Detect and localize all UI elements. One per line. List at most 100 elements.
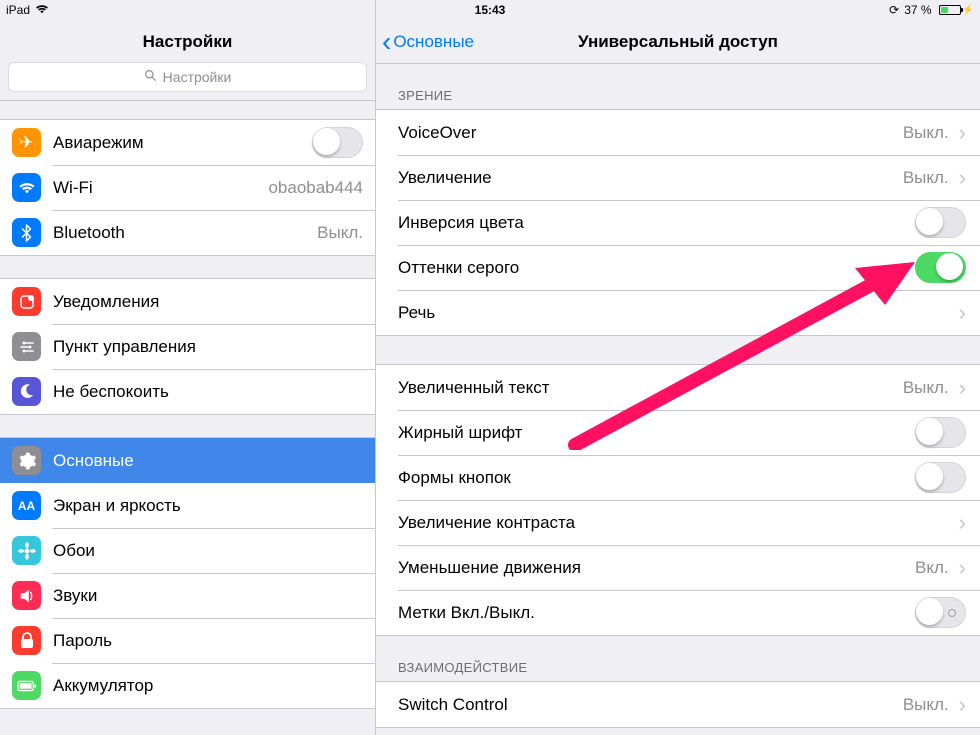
toggle-switch[interactable] (915, 597, 966, 628)
detail-navbar: ‹ Основные Универсальный доступ (376, 20, 980, 64)
detail-row-увеличение-контраста[interactable]: Увеличение контраста› (376, 500, 980, 545)
search-placeholder: Настройки (163, 69, 232, 85)
detail-row-value: Выкл. (903, 123, 949, 143)
toggle-switch[interactable] (915, 417, 966, 448)
back-label: Основные (393, 32, 474, 52)
battery-icon (12, 671, 41, 700)
sidebar-item-bluetooth[interactable]: BluetoothВыкл. (0, 210, 375, 255)
detail-title: Универсальный доступ (578, 32, 778, 52)
wifi-icon (12, 173, 41, 202)
sidebar-item-label: Bluetooth (53, 223, 317, 243)
chevron-right-icon: › (959, 694, 966, 716)
clock: 15:43 (475, 3, 506, 17)
section-header: ВЗАИМОДЕЙСТВИЕ (376, 636, 980, 681)
orientation-lock-icon: ⟳ (889, 3, 899, 17)
sidebar-item-label: Пароль (53, 631, 363, 651)
control-center-icon (12, 332, 41, 361)
detail-row-label: Оттенки серого (398, 258, 915, 278)
sidebar-item-detail: Выкл. (317, 223, 363, 243)
sidebar-item-label: Авиарежим (53, 133, 312, 153)
sidebar-title: Настройки (0, 20, 375, 62)
general-icon (12, 446, 41, 475)
chevron-right-icon: › (959, 122, 966, 144)
detail-row-value: Выкл. (903, 168, 949, 188)
bluetooth-icon (12, 218, 41, 247)
chevron-right-icon: › (959, 377, 966, 399)
display-icon: AA (12, 491, 41, 520)
battery-pct: 37 % (904, 3, 931, 17)
sidebar-item-sounds[interactable]: Звуки (0, 573, 375, 618)
chevron-left-icon: ‹ (382, 28, 391, 56)
sidebar-item-detail: obaobab444 (268, 178, 363, 198)
wifi-icon (35, 3, 49, 17)
back-button[interactable]: ‹ Основные (382, 20, 474, 63)
device-label: iPad (6, 3, 30, 17)
search-input[interactable]: Настройки (8, 62, 367, 92)
wallpaper-icon (12, 536, 41, 565)
sidebar-item-display[interactable]: AA Экран и яркость (0, 483, 375, 528)
sidebar-item-wifi[interactable]: Wi-Fiobaobab444 (0, 165, 375, 210)
detail-row-switch-control[interactable]: Switch ControlВыкл. › (376, 682, 980, 727)
dnd-icon (12, 377, 41, 406)
detail-row-метки-вкл-выкл-[interactable]: Метки Вкл./Выкл. (376, 590, 980, 635)
chevron-right-icon: › (959, 167, 966, 189)
detail-row-value: Выкл. (903, 378, 949, 398)
detail-row-label: VoiceOver (398, 123, 903, 143)
settings-sidebar: Настройки Настройки ✈︎ Авиарежим Wi-Fiobao… (0, 0, 376, 735)
detail-row-label: Увеличение контраста (398, 513, 955, 533)
sidebar-item-label: Основные (53, 451, 363, 471)
section-header: ЗРЕНИЕ (376, 64, 980, 109)
sidebar-item-label: Не беспокоить (53, 382, 363, 402)
toggle-switch[interactable] (915, 207, 966, 238)
detail-row-оттенки-серого[interactable]: Оттенки серого (376, 245, 980, 290)
detail-row-label: Увеличение (398, 168, 903, 188)
sidebar-item-wallpaper[interactable]: Обои (0, 528, 375, 573)
sidebar-item-label: Пункт управления (53, 337, 363, 357)
sidebar-item-battery[interactable]: Аккумулятор (0, 663, 375, 708)
sidebar-item-label: Обои (53, 541, 363, 561)
airplane-icon: ✈︎ (12, 128, 41, 157)
passcode-icon (12, 626, 41, 655)
battery-icon: ⚡ (937, 5, 974, 16)
sidebar-item-control-center[interactable]: Пункт управления (0, 324, 375, 369)
detail-row-label: Инверсия цвета (398, 213, 915, 233)
detail-row-формы-кнопок[interactable]: Формы кнопок (376, 455, 980, 500)
detail-row-жирный-шрифт[interactable]: Жирный шрифт (376, 410, 980, 455)
sidebar-item-label: Wi-Fi (53, 178, 268, 198)
sidebar-item-airplane[interactable]: ✈︎ Авиарежим (0, 120, 375, 165)
chevron-right-icon: › (959, 512, 966, 534)
sounds-icon (12, 581, 41, 610)
search-icon (144, 69, 157, 85)
detail-row-label: Метки Вкл./Выкл. (398, 603, 915, 623)
detail-row-речь[interactable]: Речь› (376, 290, 980, 335)
detail-row-voiceover[interactable]: VoiceOverВыкл. › (376, 110, 980, 155)
detail-row-label: Switch Control (398, 695, 903, 715)
detail-row-label: Увеличенный текст (398, 378, 903, 398)
detail-panel: ‹ Основные Универсальный доступ ЗРЕНИЕVo… (376, 0, 980, 735)
toggle-switch[interactable] (312, 127, 363, 158)
detail-row-value: Вкл. (915, 558, 949, 578)
detail-row-увеличенный-текст[interactable]: Увеличенный текстВыкл. › (376, 365, 980, 410)
sidebar-item-passcode[interactable]: Пароль (0, 618, 375, 663)
sidebar-item-label: Аккумулятор (53, 676, 363, 696)
toggle-switch[interactable] (915, 252, 966, 283)
notifications-icon (12, 287, 41, 316)
detail-row-label: Формы кнопок (398, 468, 915, 488)
sidebar-item-general[interactable]: Основные (0, 438, 375, 483)
toggle-switch[interactable] (915, 462, 966, 493)
detail-row-label: Уменьшение движения (398, 558, 915, 578)
chevron-right-icon: › (959, 302, 966, 324)
detail-row-value: Выкл. (903, 695, 949, 715)
detail-row-label: Речь (398, 303, 955, 323)
detail-row-инверсия-цвета[interactable]: Инверсия цвета (376, 200, 980, 245)
sidebar-item-label: Экран и яркость (53, 496, 363, 516)
detail-row-label: Жирный шрифт (398, 423, 915, 443)
sidebar-item-label: Звуки (53, 586, 363, 606)
sidebar-item-notifications[interactable]: Уведомления (0, 279, 375, 324)
detail-row-увеличение[interactable]: УвеличениеВыкл. › (376, 155, 980, 200)
chevron-right-icon: › (959, 557, 966, 579)
sidebar-item-label: Уведомления (53, 292, 363, 312)
detail-row-уменьшение-движения[interactable]: Уменьшение движенияВкл. › (376, 545, 980, 590)
status-bar: iPad 15:43 ⟳ 37 % ⚡ (0, 0, 980, 20)
sidebar-item-dnd[interactable]: Не беспокоить (0, 369, 375, 414)
